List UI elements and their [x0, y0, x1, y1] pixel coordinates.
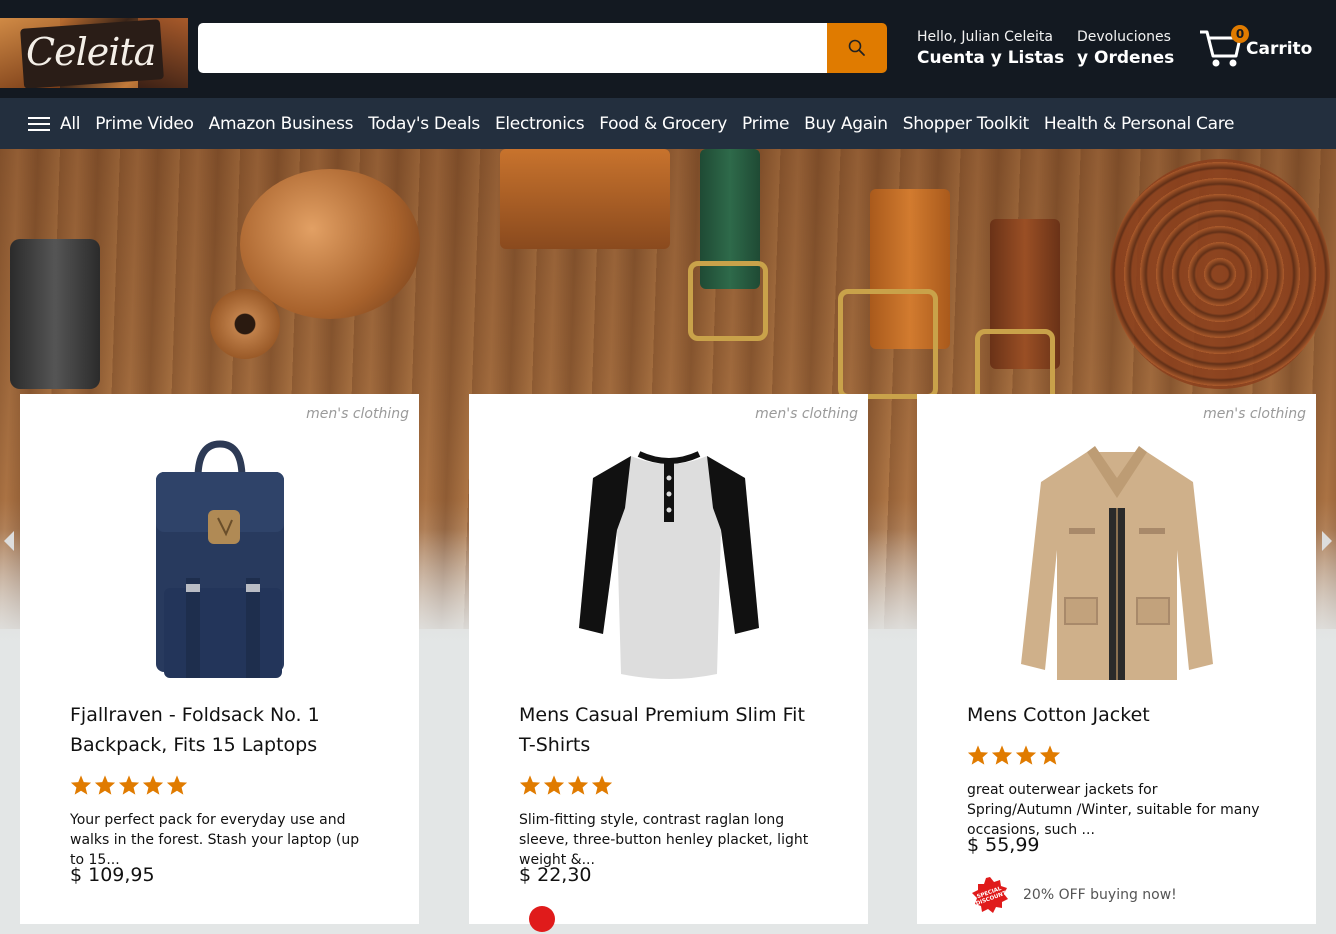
- star-icon: [567, 775, 589, 795]
- product-rating: [519, 774, 613, 796]
- product-description: great outerwear jackets for Spring/Autum…: [967, 782, 1260, 838]
- product-description: Slim-fitting style, contrast raglan long…: [519, 812, 809, 868]
- star-icon: [991, 745, 1013, 765]
- hero-buckle-1: [688, 261, 768, 341]
- product-price: $ 22,30: [519, 864, 592, 886]
- star-icon: [118, 775, 140, 795]
- raglan-shirt-image: [579, 451, 759, 679]
- product-price: $ 109,95: [70, 864, 155, 886]
- product-title[interactable]: Fjallraven - Foldsack No. 1 Backpack, Fi…: [70, 700, 370, 760]
- nav-item-health-personal-care[interactable]: Health & Personal Care: [1044, 114, 1235, 134]
- cart-label: Carrito: [1246, 39, 1313, 59]
- star-icon: [166, 775, 188, 795]
- product-title[interactable]: Mens Cotton Jacket: [967, 700, 1267, 730]
- product-card[interactable]: men's clothing Mens Casual Premium Slim …: [469, 394, 868, 932]
- carousel-prev-icon[interactable]: [2, 529, 16, 553]
- special-discount-icon: SPECIALDISCOUNT: [972, 877, 1008, 913]
- hero-hammer: [10, 239, 100, 389]
- product-price: $ 55,99: [967, 834, 1040, 856]
- hamburger-icon: [28, 113, 50, 135]
- star-icon: [591, 775, 613, 795]
- star-icon: [543, 775, 565, 795]
- search-input[interactable]: [198, 23, 827, 73]
- star-icon: [519, 775, 541, 795]
- account-greeting: Hello, Julian Celeita: [917, 29, 1053, 45]
- nav-item-electronics[interactable]: Electronics: [495, 114, 585, 134]
- nav-all-label: All: [60, 113, 81, 134]
- star-icon: [94, 775, 116, 795]
- search-bar: [198, 23, 887, 73]
- nav-all-menu[interactable]: All: [28, 113, 80, 135]
- star-icon: [70, 775, 92, 795]
- carousel-next-icon[interactable]: [1320, 529, 1334, 553]
- nav-item-prime[interactable]: Prime: [742, 114, 789, 134]
- nav-item-amazon-business[interactable]: Amazon Business: [209, 114, 354, 134]
- star-icon: [1039, 745, 1061, 765]
- star-icon: [1015, 745, 1037, 765]
- account-menu[interactable]: Hello, Julian Celeita Cuenta y Listas: [917, 28, 1064, 70]
- product-category: men's clothing: [1203, 406, 1306, 422]
- returns-line1: Devoluciones: [1077, 29, 1171, 45]
- hero-buckle-2: [838, 289, 938, 399]
- product-card[interactable]: men's clothing Mens Cotton Jacket great …: [917, 394, 1316, 924]
- product-title[interactable]: Mens Casual Premium Slim Fit T-Shirts: [519, 700, 819, 760]
- star-icon: [967, 745, 989, 765]
- returns-orders[interactable]: Devoluciones y Ordenes: [1077, 28, 1174, 70]
- nav-item-food-grocery[interactable]: Food & Grocery: [599, 114, 727, 134]
- search-button[interactable]: [827, 23, 887, 73]
- search-icon: [848, 39, 865, 56]
- star-icon: [142, 775, 164, 795]
- product-rating: [967, 744, 1061, 766]
- promo-banner: SPECIALDISCOUNT 20% OFF buying now!: [971, 876, 1177, 914]
- hero-leather-coil: [1110, 159, 1330, 389]
- top-header: Celeita Hello, Julian Celeita Cuenta y L…: [0, 0, 1336, 98]
- hero-wallet: [500, 149, 670, 249]
- nav-item-todays-deals[interactable]: Today's Deals: [368, 114, 480, 134]
- returns-line2: y Ordenes: [1077, 48, 1175, 68]
- nav-item-prime-video[interactable]: Prime Video: [95, 114, 194, 134]
- product-description: Your perfect pack for everyday use and w…: [70, 812, 360, 868]
- special-discount-icon: [529, 906, 555, 932]
- logo[interactable]: Celeita: [0, 18, 188, 88]
- nav-item-shopper-toolkit[interactable]: Shopper Toolkit: [903, 114, 1029, 134]
- product-category: men's clothing: [755, 406, 858, 422]
- product-card[interactable]: men's clothing Fjallraven - Foldsack No.…: [20, 394, 419, 924]
- promo-text: 20% OFF buying now!: [1023, 887, 1177, 903]
- account-label: Cuenta y Listas: [917, 48, 1065, 68]
- nav-bar: All Prime Video Amazon Business Today's …: [0, 98, 1336, 149]
- hero-thread-spool: [210, 289, 280, 359]
- product-category: men's clothing: [306, 406, 409, 422]
- product-rating: [70, 774, 188, 796]
- cotton-jacket-image: [1021, 446, 1213, 680]
- logo-text: Celeita: [26, 30, 156, 74]
- cart-button[interactable]: 0 Carrito: [1198, 24, 1318, 72]
- backpack-image: [156, 440, 284, 678]
- nav-item-buy-again[interactable]: Buy Again: [804, 114, 888, 134]
